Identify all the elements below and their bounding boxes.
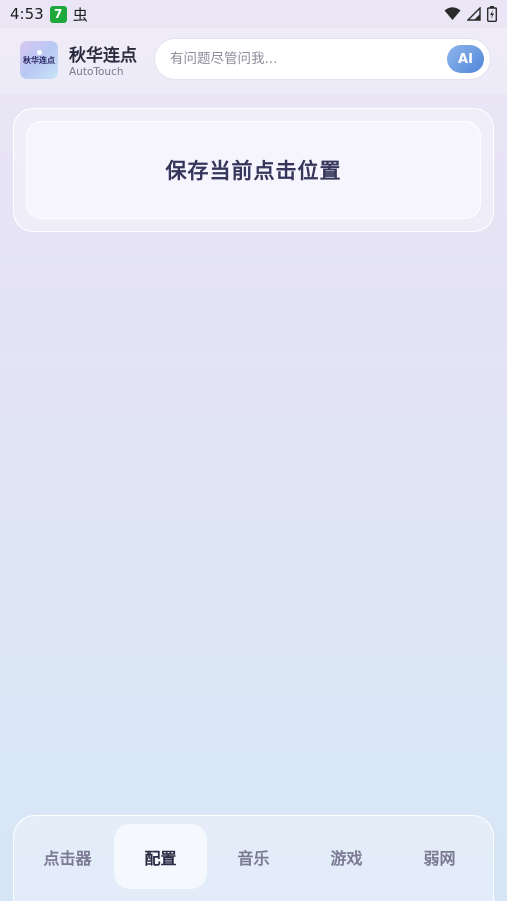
save-position-label: 保存当前点击位置: [165, 159, 342, 183]
app-logo: 秋华连点: [20, 41, 58, 79]
save-position-card: 保存当前点击位置: [13, 108, 494, 232]
search-box[interactable]: AI: [154, 38, 491, 80]
app-header: 秋华连点 秋华连点 AutoTouch AI: [0, 28, 507, 94]
nav-item-games[interactable]: 游戏: [300, 824, 393, 889]
app-title: 秋华连点: [69, 46, 137, 66]
save-position-button[interactable]: 保存当前点击位置: [26, 121, 481, 219]
status-right: [444, 6, 497, 22]
status-time: 4:53: [10, 5, 44, 23]
signal-icon: [467, 7, 481, 21]
nav-item-music[interactable]: 音乐: [207, 824, 300, 889]
app-subtitle: AutoTouch: [69, 66, 124, 78]
status-bar: 4:53 7 虫: [0, 0, 507, 28]
ai-button[interactable]: AI: [447, 45, 484, 73]
bottom-nav: 点击器 配置 音乐 游戏 弱网: [13, 815, 494, 901]
nav-item-weak-network[interactable]: 弱网: [393, 824, 486, 889]
wifi-icon: [444, 7, 461, 20]
battery-icon: [487, 6, 497, 22]
notification-badge: 7: [49, 5, 67, 23]
nav-item-config[interactable]: 配置: [114, 824, 207, 889]
logo-subtext: [39, 67, 40, 71]
search-input[interactable]: [170, 51, 447, 67]
bug-icon: 虫: [72, 5, 88, 24]
status-left: 4:53 7 虫: [10, 4, 88, 25]
logo-text: 秋华连点: [23, 55, 55, 65]
nav-item-clicker[interactable]: 点击器: [21, 824, 114, 889]
logo-star-icon: [36, 49, 42, 55]
